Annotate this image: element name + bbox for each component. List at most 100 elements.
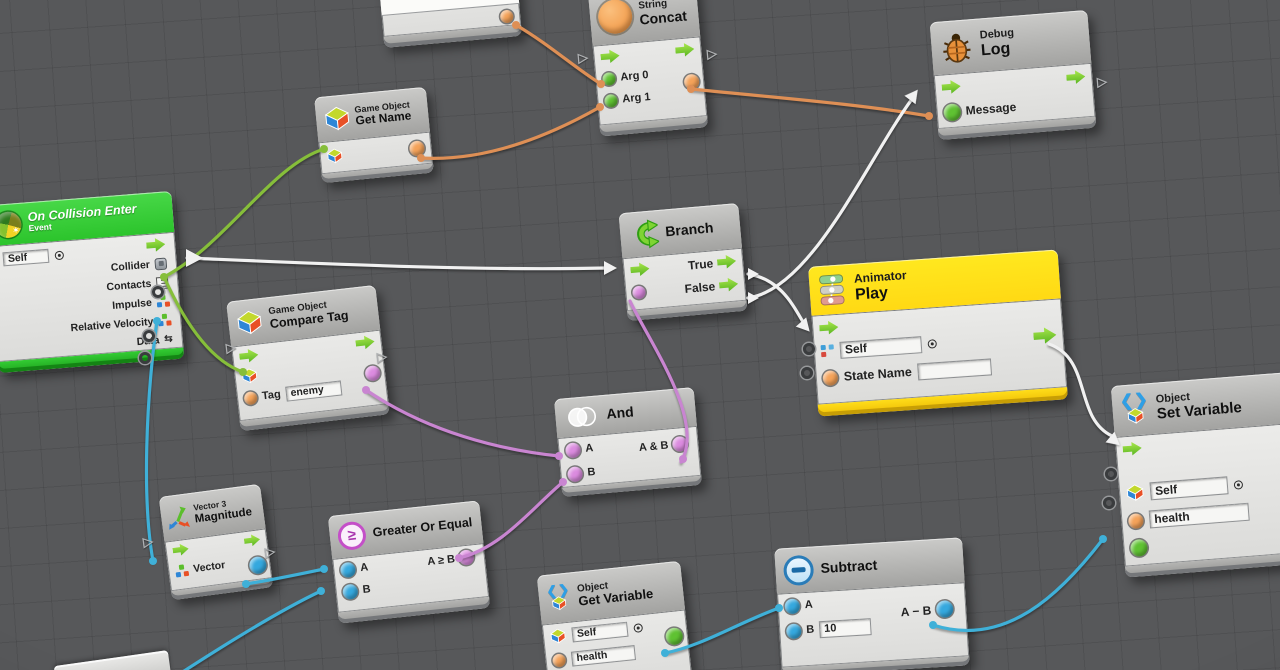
arg1-port[interactable] — [604, 93, 618, 107]
ge-title: Greater Or Equal — [372, 516, 473, 540]
flow-out-arrow[interactable] — [1066, 69, 1086, 85]
animator-mini-icon[interactable] — [821, 344, 835, 358]
game-object-input-port[interactable] — [241, 367, 259, 385]
target-icon[interactable] — [927, 339, 937, 349]
game-object-input-port[interactable] — [326, 147, 343, 164]
subtract-icon — [783, 554, 815, 586]
setvariable-name-field[interactable]: health — [1149, 503, 1250, 529]
node-animator-play[interactable]: Animator Play Self State Name — [808, 249, 1068, 416]
data-icon[interactable]: ⇆ — [164, 333, 173, 345]
collider-icon[interactable] — [154, 257, 167, 270]
flow-in-arrow[interactable] — [172, 542, 190, 557]
node-greater-or-equal[interactable]: ≥ Greater Or Equal A B A ≥ B — [328, 500, 490, 623]
empty-port-ring[interactable] — [801, 367, 813, 379]
chevron-port-icon[interactable]: ▷ — [1096, 74, 1107, 91]
name-output-port[interactable] — [409, 140, 425, 156]
node-subtract[interactable]: Subtract A B 10 A − B — [774, 537, 969, 670]
game-object-cube-icon — [323, 104, 351, 132]
tag-port[interactable] — [243, 391, 257, 405]
flow-in-arrow[interactable] — [941, 79, 961, 95]
node-branch[interactable]: Branch True False — [619, 203, 748, 321]
variable-name-port[interactable] — [552, 653, 566, 667]
branch-icon — [627, 218, 660, 251]
target-icon[interactable] — [1234, 480, 1244, 490]
b-label: B — [362, 583, 371, 596]
flow-in-arrow[interactable] — [239, 347, 260, 364]
empty-port-ring[interactable] — [143, 330, 155, 342]
b-port[interactable] — [786, 623, 802, 639]
setvariable-self-field[interactable]: Self — [1149, 476, 1228, 500]
and-output-port[interactable] — [672, 436, 688, 452]
getvariable-name-field[interactable]: health — [571, 645, 636, 667]
ge-out-label: A ≥ B — [427, 553, 456, 568]
variable-name-port[interactable] — [1128, 513, 1144, 529]
empty-port-ring[interactable] — [139, 352, 151, 364]
b-port[interactable] — [342, 583, 358, 599]
getvariable-self-field[interactable]: Self — [571, 621, 628, 642]
variable-icon: ❮❯ — [1120, 394, 1151, 426]
vector-icon[interactable] — [175, 563, 190, 578]
collision-event-icon: ✶ — [0, 210, 22, 238]
node-get-name[interactable]: Game Object Get Name — [314, 87, 434, 183]
a-port[interactable] — [784, 598, 800, 614]
game-object-input-port[interactable] — [1126, 483, 1145, 502]
cube-glyph — [551, 595, 567, 611]
false-flow-out-arrow[interactable] — [719, 276, 739, 293]
string-output-port[interactable] — [500, 9, 514, 23]
empty-port-ring[interactable] — [152, 286, 164, 298]
b-field[interactable]: 10 — [819, 618, 872, 638]
tag-field[interactable]: enemy — [285, 380, 342, 401]
chevron-port-icon[interactable]: ▷ — [142, 533, 154, 550]
flow-in-arrow[interactable] — [819, 319, 839, 335]
ge-output-port[interactable] — [458, 549, 474, 565]
flow-in-arrow[interactable] — [1122, 440, 1142, 456]
state-name-field[interactable] — [917, 358, 992, 380]
chevron-port-icon[interactable]: ▷ — [225, 339, 237, 356]
string-icon — [597, 0, 634, 35]
empty-port-ring[interactable] — [803, 343, 815, 355]
a-port[interactable] — [340, 561, 356, 577]
true-output: True — [687, 253, 736, 272]
true-label: True — [687, 256, 713, 272]
game-object-input-port[interactable] — [549, 627, 567, 645]
vector-icon[interactable] — [158, 313, 172, 327]
chevron-port-icon[interactable]: ▷ — [376, 348, 388, 365]
node-and[interactable]: And A B A & B — [554, 387, 702, 497]
target-icon[interactable] — [633, 623, 643, 633]
node-debug-log[interactable]: Debug Log Message — [930, 10, 1097, 140]
flow-in-arrow[interactable] — [600, 48, 620, 65]
node-string-concat[interactable]: String Concat Arg 0 Arg 1 — [588, 0, 708, 136]
self-field[interactable]: Self — [2, 249, 49, 267]
flow-in-arrow[interactable] — [630, 261, 650, 278]
and-out-label: A & B — [638, 439, 668, 454]
flow-out-arrow[interactable] — [675, 41, 695, 58]
true-flow-out-arrow[interactable] — [717, 253, 737, 270]
subtract-output-port[interactable] — [936, 600, 954, 618]
subtract-out-label: A − B — [900, 603, 931, 619]
animator-title: Play — [855, 283, 909, 304]
node-on-collision-enter[interactable]: ✶ On Collision Enter Event Self Collider… — [0, 191, 184, 373]
flow-out-arrow[interactable] — [243, 533, 261, 548]
node-set-variable[interactable]: ❮❯ Object Set Variable Self health — [1111, 370, 1280, 577]
state-name-port[interactable] — [822, 370, 838, 386]
value-port[interactable] — [1130, 538, 1148, 556]
flow-out-arrow[interactable] — [146, 237, 166, 253]
node-compare-tag[interactable]: Game Object Compare Tag Tag enemy — [226, 285, 390, 431]
chevron-port-icon[interactable]: ▷ — [577, 50, 588, 67]
message-port[interactable] — [943, 103, 961, 121]
condition-port[interactable] — [632, 285, 646, 299]
chevron-port-icon[interactable]: ▷ — [706, 46, 717, 63]
flow-out-arrow[interactable] — [355, 334, 376, 351]
arg0-port[interactable] — [602, 71, 616, 85]
impulse-label: Impulse — [112, 296, 153, 311]
node-magnitude[interactable]: Vector 3 Magnitude Vector — [159, 484, 274, 600]
node-get-variable[interactable]: ❮❯ Object Get Variable Self health — [537, 561, 694, 670]
chevron-port-icon[interactable]: ▷ — [264, 543, 276, 560]
arg0-label: Arg 0 — [620, 69, 649, 83]
a-port[interactable] — [565, 442, 581, 458]
b-port[interactable] — [567, 466, 583, 482]
animator-self-field[interactable]: Self — [839, 336, 922, 359]
empty-port-ring[interactable] — [1105, 468, 1117, 480]
vector-label: Vector — [193, 559, 226, 575]
empty-port-ring[interactable] — [1103, 497, 1115, 509]
